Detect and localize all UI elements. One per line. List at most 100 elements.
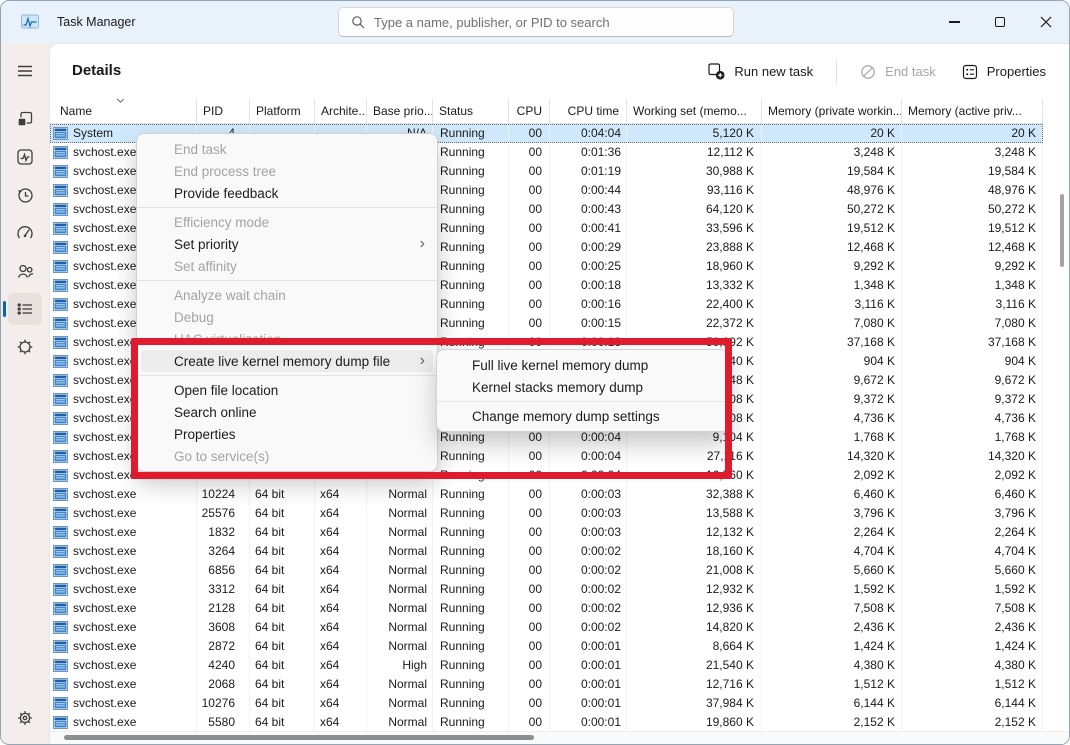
cell-cpu: 00 bbox=[509, 694, 550, 713]
column-header[interactable]: Memory (active priv... bbox=[902, 99, 1043, 123]
cell-memory-private: 1,768 K bbox=[762, 428, 902, 447]
context-menu-item[interactable]: Set priority › bbox=[137, 233, 437, 255]
cell-memory-active: 37,168 K bbox=[902, 333, 1043, 352]
table-row[interactable]: svchost.exe 10276 64 bit x64 Normal Runn… bbox=[50, 694, 1043, 713]
close-button[interactable] bbox=[1023, 1, 1069, 43]
table-row[interactable]: svchost.exe 1832 64 bit x64 Normal Runni… bbox=[50, 523, 1043, 542]
cell-platform: 64 bit bbox=[250, 618, 315, 637]
table-row[interactable]: svchost.exe 2128 64 bit x64 Normal Runni… bbox=[50, 599, 1043, 618]
context-menu-item[interactable]: Provide feedback › bbox=[137, 182, 437, 204]
submenu-item[interactable] bbox=[437, 401, 728, 402]
app-icon bbox=[53, 355, 68, 368]
minimize-button[interactable] bbox=[931, 1, 977, 43]
cell-name: svchost.exe bbox=[50, 485, 197, 504]
cell-base-priority: Normal bbox=[367, 561, 433, 580]
cell-base-priority: Normal bbox=[367, 580, 433, 599]
context-menu-item[interactable]: Create live kernel memory dump file › bbox=[141, 350, 433, 372]
table-row[interactable]: svchost.exe 5580 64 bit x64 Normal Runni… bbox=[50, 713, 1043, 732]
column-header[interactable]: Base prio... bbox=[367, 99, 433, 123]
column-header[interactable]: Name bbox=[50, 99, 197, 123]
sidebar-item-services[interactable] bbox=[8, 331, 42, 363]
table-row[interactable]: svchost.exe 3264 64 bit x64 Normal Runni… bbox=[50, 542, 1043, 561]
context-menu-item[interactable]: Efficiency mode › bbox=[137, 211, 437, 233]
horizontal-scrollbar-thumb[interactable] bbox=[64, 735, 534, 740]
column-header[interactable]: CPU time bbox=[550, 99, 627, 123]
cell-base-priority: Normal bbox=[367, 542, 433, 561]
context-menu-item[interactable]: Set affinity › bbox=[137, 255, 437, 277]
context-menu-item[interactable]: Debug › bbox=[137, 306, 437, 328]
context-menu-item[interactable]: Properties › bbox=[137, 423, 437, 445]
maximize-button[interactable] bbox=[977, 1, 1023, 43]
table-row[interactable]: svchost.exe 2068 64 bit x64 Normal Runni… bbox=[50, 675, 1043, 694]
submenu-item[interactable]: Change memory dump settings bbox=[437, 405, 728, 427]
cell-working-set: 33,596 K bbox=[627, 219, 762, 238]
search-input[interactable] bbox=[374, 15, 704, 30]
app-icon bbox=[53, 412, 68, 425]
cell-platform: 64 bit bbox=[250, 542, 315, 561]
column-header[interactable]: Working set (memo... bbox=[627, 99, 762, 123]
cell-base-priority: Normal bbox=[367, 485, 433, 504]
context-menu-item[interactable]: Analyze wait chain › bbox=[137, 284, 437, 306]
table-row[interactable]: svchost.exe 10224 64 bit x64 Normal Runn… bbox=[50, 485, 1043, 504]
cell-working-set: 22,372 K bbox=[627, 314, 762, 333]
cell-memory-private: 48,976 K bbox=[762, 181, 902, 200]
column-header[interactable]: Memory (private workin... bbox=[762, 99, 902, 123]
cell-cpu-time: 0:00:41 bbox=[550, 219, 627, 238]
submenu-item[interactable]: Full live kernel memory dump bbox=[437, 354, 728, 376]
column-header[interactable]: PID bbox=[197, 99, 250, 123]
app-icon bbox=[53, 298, 68, 311]
table-row[interactable]: svchost.exe 6856 64 bit x64 Normal Runni… bbox=[50, 561, 1043, 580]
column-header[interactable]: Archite... bbox=[315, 99, 367, 123]
cell-cpu: 00 bbox=[509, 314, 550, 333]
hamburger-menu-icon[interactable] bbox=[8, 55, 42, 87]
table-row[interactable]: svchost.exe 3312 64 bit x64 Normal Runni… bbox=[50, 580, 1043, 599]
column-header[interactable]: CPU bbox=[509, 99, 550, 123]
cell-cpu-time: 0:00:03 bbox=[550, 485, 627, 504]
cell-memory-private: 9,372 K bbox=[762, 390, 902, 409]
cell-name: svchost.exe bbox=[50, 656, 197, 675]
end-task-button[interactable]: End task bbox=[849, 58, 947, 86]
context-menu-item[interactable]: UAC virtualization › bbox=[137, 328, 437, 350]
cell-platform: 64 bit bbox=[250, 675, 315, 694]
context-menu-item[interactable]: Open file location › bbox=[137, 379, 437, 401]
cell-name: svchost.exe bbox=[50, 618, 197, 637]
table-row[interactable]: svchost.exe 2872 64 bit x64 Normal Runni… bbox=[50, 637, 1043, 656]
context-menu-item[interactable]: Go to service(s) › bbox=[137, 445, 437, 467]
sidebar-item-processes[interactable] bbox=[8, 103, 42, 135]
table-row[interactable]: svchost.exe 25576 64 bit x64 Normal Runn… bbox=[50, 504, 1043, 523]
cell-memory-active: 9,372 K bbox=[902, 390, 1043, 409]
sidebar-item-performance[interactable] bbox=[8, 141, 42, 173]
cell-memory-private: 1,592 K bbox=[762, 580, 902, 599]
cell-base-priority: Normal bbox=[367, 694, 433, 713]
cell-memory-private: 37,168 K bbox=[762, 333, 902, 352]
search-box[interactable] bbox=[338, 7, 734, 37]
sidebar bbox=[1, 43, 49, 744]
sidebar-item-details[interactable] bbox=[8, 293, 42, 325]
cell-status: Running bbox=[433, 713, 509, 732]
properties-button[interactable]: Properties bbox=[951, 58, 1057, 86]
table-row[interactable]: svchost.exe 3608 64 bit x64 Normal Runni… bbox=[50, 618, 1043, 637]
run-new-task-button[interactable]: Run new task bbox=[697, 57, 824, 86]
context-menu-item[interactable]: End task › bbox=[137, 138, 437, 160]
window-controls bbox=[931, 1, 1069, 43]
column-header[interactable]: Status bbox=[433, 99, 509, 123]
cell-working-set: 13,588 K bbox=[627, 504, 762, 523]
table-row[interactable]: svchost.exe 4240 64 bit x64 High Running… bbox=[50, 656, 1043, 675]
column-header[interactable]: Platform bbox=[250, 99, 315, 123]
end-task-icon bbox=[860, 64, 876, 80]
app-icon bbox=[53, 222, 68, 235]
sidebar-item-users[interactable] bbox=[8, 255, 42, 287]
cell-cpu-time: 0:00:25 bbox=[550, 257, 627, 276]
submenu-item[interactable]: Kernel stacks memory dump bbox=[437, 376, 728, 398]
context-menu-item[interactable]: End process tree › bbox=[137, 160, 437, 182]
vertical-scrollbar-thumb[interactable] bbox=[1060, 194, 1064, 267]
sidebar-item-app-history[interactable] bbox=[8, 179, 42, 211]
context-menu-item[interactable]: › bbox=[137, 207, 437, 208]
sidebar-item-startup-apps[interactable] bbox=[8, 217, 42, 249]
context-menu-item[interactable]: › bbox=[137, 280, 437, 281]
cell-memory-active: 48,976 K bbox=[902, 181, 1043, 200]
app-icon bbox=[53, 678, 68, 691]
settings-button[interactable] bbox=[8, 702, 42, 734]
context-menu-item[interactable]: › bbox=[137, 375, 437, 376]
context-menu-item[interactable]: Search online › bbox=[137, 401, 437, 423]
